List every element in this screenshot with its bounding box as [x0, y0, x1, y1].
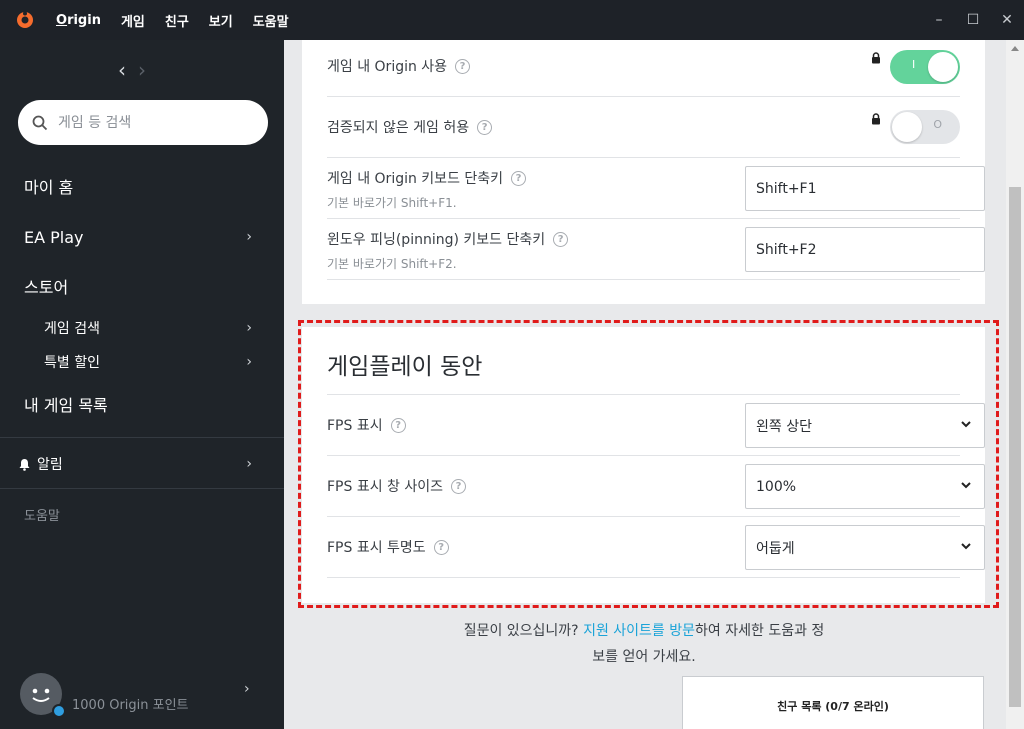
search-input[interactable]: [58, 114, 238, 131]
close-button[interactable]: ✕: [990, 0, 1024, 40]
sidebar-item-browse-games[interactable]: 게임 검색 ›: [0, 317, 284, 339]
setting-row-unverified-games: 검증되지 않은 게임 허용 ? O: [327, 97, 960, 158]
help-text: 질문이 있으십니까? 지원 사이트를 방문하여 자세한 도움과 정 보를 얻어 …: [463, 623, 825, 665]
unverified-games-toggle[interactable]: O: [890, 110, 960, 144]
chevron-right-icon: ›: [246, 456, 252, 472]
sidebar-item-alerts[interactable]: 알림 ›: [0, 453, 284, 475]
menu-help[interactable]: 도움말: [253, 11, 289, 30]
profile-section[interactable]: 1000 Origin 포인트: [20, 673, 189, 718]
menu-friends[interactable]: 친구: [165, 11, 189, 30]
sidebar-item-label: 스토어: [24, 278, 69, 297]
divider: [0, 488, 284, 489]
status-badge: [52, 704, 66, 718]
support-site-link[interactable]: 지원 사이트를 방문: [583, 623, 695, 639]
sidebar-item-label: 마이 홈: [24, 178, 74, 197]
search-box[interactable]: [18, 100, 268, 145]
setting-row-ingame-origin: 게임 내 Origin 사용 ? I: [327, 40, 960, 97]
setting-row-pinning-shortcut: 윈도우 피닝(pinning) 키보드 단축키 ? 기본 바로가기 Shift+…: [327, 219, 985, 280]
settings-panel: 게임 내 Origin 사용 ? I 검증되지 않은 게임 허용 ? O 게임 …: [284, 40, 1006, 729]
sidebar-item-label: 특별 할인: [44, 355, 100, 371]
highlight-box: [298, 320, 999, 608]
search-icon: [32, 115, 48, 130]
menu-game[interactable]: 게임: [121, 11, 145, 30]
chevron-right-icon: ›: [246, 229, 252, 245]
ingame-settings-card: 게임 내 Origin 사용 ? I 검증되지 않은 게임 허용 ? O 게임 …: [302, 40, 985, 304]
sidebar-item-label: EA Play: [24, 227, 84, 247]
sidebar-item-deals[interactable]: 특별 할인 ›: [0, 351, 284, 373]
help-icon[interactable]: ?: [455, 58, 471, 74]
scrollbar-thumb[interactable]: [1009, 187, 1021, 707]
chevron-right-icon[interactable]: ›: [244, 681, 250, 697]
ingame-shortcut-input[interactable]: Shift+F1: [745, 166, 985, 211]
avatar[interactable]: [20, 673, 66, 718]
sidebar: ‹ › 마이 홈 EA Play › 스토어 게임 검색 › 특별 할인 › 내…: [0, 40, 284, 729]
origin-logo-icon[interactable]: [16, 11, 34, 29]
friends-list-button[interactable]: 친구 목록 (0/7 온라인): [682, 676, 984, 729]
maximize-button[interactable]: ☐: [956, 0, 990, 40]
pinning-shortcut-input[interactable]: Shift+F2: [745, 227, 985, 272]
sidebar-item-my-games[interactable]: 내 게임 목록: [0, 392, 284, 416]
menu-view[interactable]: 보기: [209, 11, 233, 30]
title-bar: Origin 게임 친구 보기 도움말 – ☐ ✕: [0, 0, 1024, 40]
sidebar-item-home[interactable]: 마이 홈: [0, 174, 284, 198]
sidebar-item-label: 알림: [37, 457, 63, 473]
setting-sublabel: 기본 바로가기 Shift+F2.: [327, 257, 457, 271]
scroll-up-arrow-icon[interactable]: [1011, 46, 1019, 51]
help-icon[interactable]: ?: [477, 119, 493, 135]
lock-icon: [871, 52, 881, 67]
minimize-button[interactable]: –: [922, 0, 956, 40]
help-icon[interactable]: ?: [553, 231, 569, 247]
back-arrow-icon[interactable]: ‹: [118, 58, 126, 82]
menu-origin[interactable]: Origin: [56, 13, 101, 28]
sidebar-item-label: 게임 검색: [44, 321, 100, 337]
window-controls: – ☐ ✕: [922, 0, 1024, 40]
sidebar-item-ea-play[interactable]: EA Play ›: [0, 225, 284, 249]
sidebar-item-store[interactable]: 스토어: [0, 274, 284, 298]
setting-label: 검증되지 않은 게임 허용: [327, 120, 470, 136]
setting-label: 게임 내 Origin 사용: [327, 59, 448, 75]
history-nav: ‹ ›: [118, 58, 146, 82]
help-icon[interactable]: ?: [511, 170, 527, 186]
bell-icon: [19, 458, 30, 471]
chevron-right-icon: ›: [246, 320, 252, 336]
forward-arrow-icon[interactable]: ›: [138, 58, 146, 82]
setting-sublabel: 기본 바로가기 Shift+F1.: [327, 196, 457, 210]
lock-icon: [871, 113, 881, 128]
setting-row-ingame-shortcut: 게임 내 Origin 키보드 단축키 ? 기본 바로가기 Shift+F1. …: [327, 158, 985, 219]
sidebar-item-help[interactable]: 도움말: [24, 505, 60, 524]
ingame-origin-toggle[interactable]: I: [890, 50, 960, 84]
scrollbar[interactable]: [1006, 40, 1024, 729]
origin-points: 1000 Origin 포인트: [72, 698, 189, 713]
chevron-right-icon: ›: [246, 354, 252, 370]
setting-label: 윈도우 피닝(pinning) 키보드 단축키: [327, 232, 546, 248]
setting-label: 게임 내 Origin 키보드 단축키: [327, 171, 504, 187]
sidebar-item-label: 내 게임 목록: [24, 396, 108, 415]
divider: [0, 437, 284, 438]
